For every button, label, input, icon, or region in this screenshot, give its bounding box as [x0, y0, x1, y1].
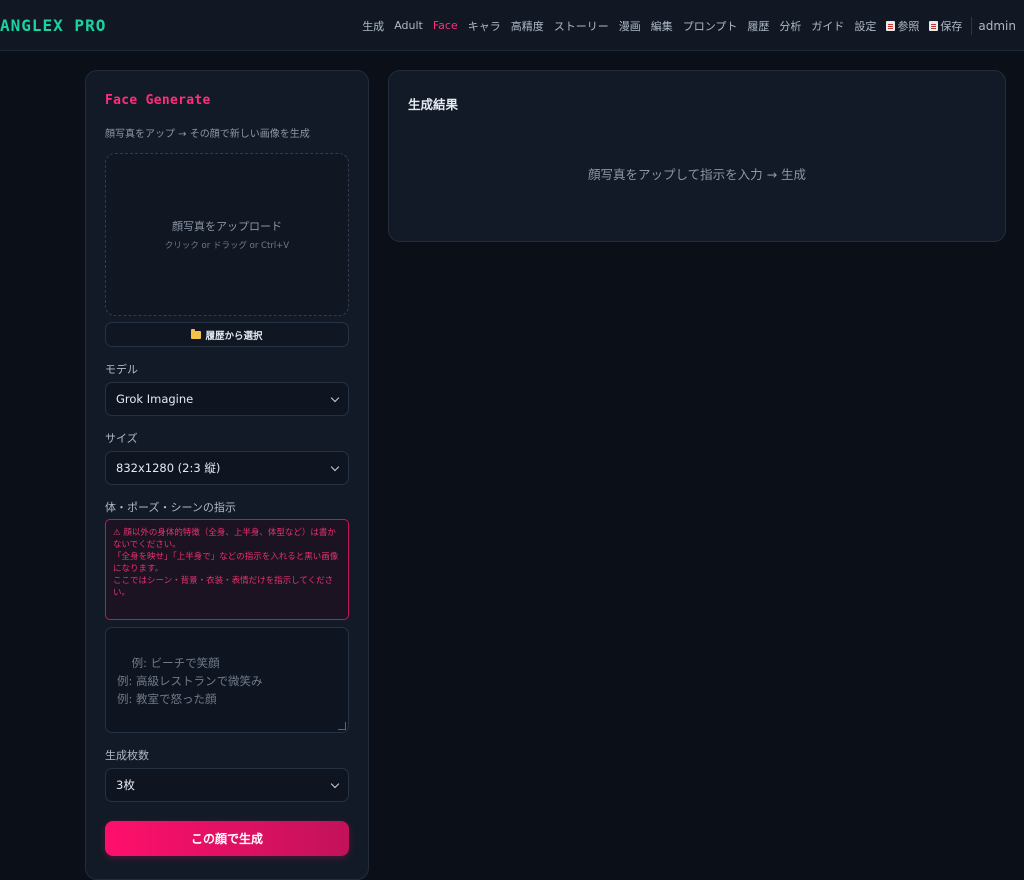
nav-save-label: 保存	[940, 19, 963, 33]
nav-item-manga[interactable]: 漫画	[614, 18, 646, 34]
panel-title: Face Generate	[105, 93, 211, 108]
memo-icon	[886, 20, 896, 31]
resize-handle-icon[interactable]	[338, 722, 346, 730]
face-generate-panel: Face Generate 顔写真をアップ → その顔で新しい画像を生成 顔写真…	[85, 70, 369, 880]
nav-item-prompt[interactable]: プロンプト	[678, 18, 743, 34]
nav-item-analytics[interactable]: 分析	[774, 18, 806, 34]
chevron-down-icon	[330, 779, 340, 788]
dropzone-sub-text: クリック or ドラッグ or Ctrl+V	[164, 241, 290, 251]
nav-item-settings[interactable]: 設定	[849, 18, 881, 34]
history-button-label: 履歴から選択	[205, 330, 263, 342]
brand-logo[interactable]: ANGLEX PRO	[0, 16, 106, 35]
chevron-down-icon	[330, 462, 340, 471]
result-panel: 生成結果 顔写真をアップして指示を入力 → 生成	[388, 70, 1006, 242]
model-select[interactable]: Grok Imagine	[105, 382, 349, 416]
top-navbar: ANGLEX PRO 生成 Adult Face キャラ 高精度 ストーリー 漫…	[0, 0, 1024, 51]
folder-icon	[191, 328, 202, 339]
nav-item-generate[interactable]: 生成	[357, 18, 389, 34]
size-label: サイズ	[105, 432, 138, 445]
nav-item-face[interactable]: Face	[428, 19, 463, 32]
size-select-value: 832x1280 (2:3 縦)	[116, 461, 221, 475]
instruction-warning: ⚠ 顔以外の身体的特徴（全身、上半身、体型など）は書かないでください。 「全身を…	[105, 519, 349, 620]
nav-item-save[interactable]: 保存	[924, 18, 967, 34]
model-select-value: Grok Imagine	[116, 392, 194, 406]
nav-item-character[interactable]: キャラ	[463, 18, 506, 34]
face-upload-dropzone[interactable]: 顔写真をアップロード クリック or ドラッグ or Ctrl+V	[105, 153, 349, 316]
warning-line: ⚠ 顔以外の身体的特徴（全身、上半身、体型など）は書かないでください。	[113, 528, 336, 550]
nav-item-edit[interactable]: 編集	[646, 18, 678, 34]
panel-subtitle: 顔写真をアップ → その顔で新しい画像を生成	[105, 129, 310, 140]
count-select-value: 3枚	[116, 778, 135, 792]
warning-line: ここではシーン・背景・衣装・表情だけを指示してください。	[113, 576, 334, 598]
instruction-label: 体・ポーズ・シーンの指示	[105, 501, 236, 514]
count-label: 生成枚数	[105, 749, 149, 762]
main-nav: 生成 Adult Face キャラ 高精度 ストーリー 漫画 編集 プロンプト …	[357, 0, 1018, 51]
nav-item-history[interactable]: 履歴	[742, 18, 774, 34]
warning-line: 「全身を映せ」「上半身で」などの指示を入れると黒い画像になります。	[113, 552, 339, 574]
model-label: モデル	[105, 363, 138, 376]
generate-with-face-button[interactable]: この顔で生成	[105, 821, 349, 856]
document-icon	[929, 20, 939, 31]
result-title: 生成結果	[408, 97, 459, 112]
nav-divider	[971, 16, 973, 35]
select-from-history-button[interactable]: 履歴から選択	[105, 322, 349, 347]
size-select[interactable]: 832x1280 (2:3 縦)	[105, 451, 349, 485]
nav-item-story[interactable]: ストーリー	[549, 18, 614, 34]
nav-item-guide[interactable]: ガイド	[806, 18, 849, 34]
nav-item-adult[interactable]: Adult	[389, 19, 428, 32]
user-name[interactable]: admin	[978, 19, 1018, 33]
nav-item-reference[interactable]: 参照	[881, 18, 924, 34]
nav-item-high-precision[interactable]: 高精度	[506, 18, 549, 34]
count-select[interactable]: 3枚	[105, 768, 349, 802]
result-empty-message: 顔写真をアップして指示を入力 → 生成	[587, 167, 807, 182]
instruction-textarea[interactable]: 例: ビーチで笑顔 例: 高級レストランで微笑み 例: 教室で怒った顔	[105, 627, 349, 733]
instruction-placeholder: 例: ビーチで笑顔 例: 高級レストランで微笑み 例: 教室で怒った顔	[117, 656, 263, 706]
nav-reference-label: 参照	[897, 19, 920, 33]
chevron-down-icon	[330, 393, 340, 402]
dropzone-main-text: 顔写真をアップロード	[172, 220, 282, 233]
